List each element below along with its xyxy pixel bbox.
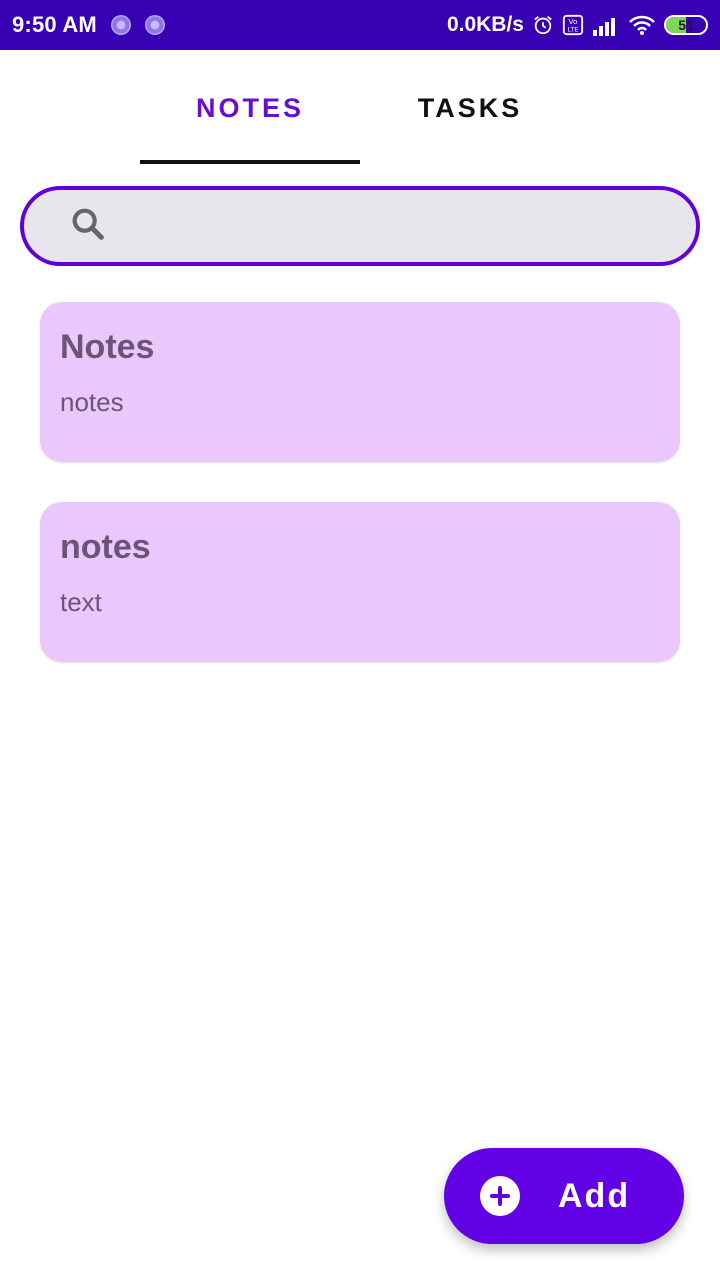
note-title: Notes bbox=[60, 328, 155, 366]
note-card[interactable]: Notes notes bbox=[40, 302, 680, 462]
note-title: notes bbox=[60, 528, 151, 566]
note-body: notes bbox=[60, 387, 124, 417]
battery-level: 51 bbox=[678, 17, 694, 33]
add-button-label: Add bbox=[558, 1176, 631, 1215]
notification-dot-icon bbox=[110, 15, 131, 35]
wifi-icon bbox=[628, 14, 656, 36]
svg-text:LTE: LTE bbox=[568, 25, 579, 33]
add-circle-icon bbox=[480, 1176, 520, 1216]
status-indicators: 0.0KB/s Vo LTE 51 bbox=[447, 13, 708, 37]
tab-notes[interactable]: NOTES bbox=[140, 50, 360, 166]
tab-tasks[interactable]: TASKS bbox=[360, 50, 580, 166]
signal-icon bbox=[592, 14, 620, 36]
note-card[interactable]: notes text bbox=[40, 502, 680, 662]
tab-bar: NOTES TASKS bbox=[0, 50, 720, 166]
alarm-icon bbox=[532, 14, 554, 36]
note-body: text bbox=[60, 587, 102, 617]
status-time: 9:50 AM bbox=[12, 12, 97, 37]
search-icon[interactable] bbox=[68, 204, 108, 249]
tab-selected-indicator bbox=[140, 160, 360, 164]
add-note-button[interactable]: Add bbox=[444, 1148, 684, 1244]
status-bar: 9:50 AM 0.0KB/s Vo LTE 51 bbox=[0, 0, 720, 50]
notification-dot-icon bbox=[144, 15, 165, 35]
network-speed: 0.0KB/s bbox=[446, 13, 524, 36]
volte-icon: Vo LTE bbox=[562, 14, 584, 36]
search-input[interactable] bbox=[124, 195, 696, 257]
search-bar[interactable] bbox=[20, 186, 700, 266]
battery-icon: 51 bbox=[664, 15, 708, 35]
